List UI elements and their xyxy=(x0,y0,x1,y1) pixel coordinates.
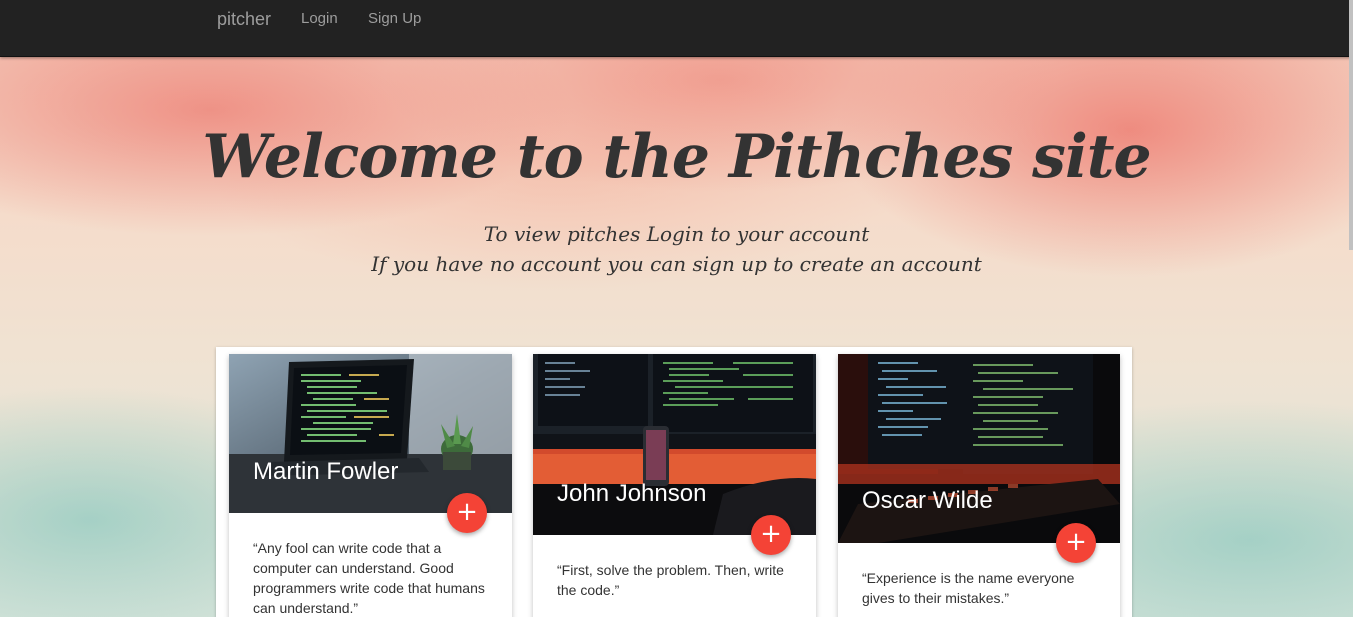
plus-icon[interactable]: + xyxy=(751,515,791,555)
hero-subtitle-line2: If you have no account you can sign up t… xyxy=(371,252,982,276)
card-author-name: Oscar Wilde xyxy=(862,487,993,514)
laptop-code-image xyxy=(229,354,512,513)
plus-icon[interactable]: + xyxy=(447,493,487,533)
pitch-card: Oscar Wilde + “Experience is the name ev… xyxy=(838,354,1120,617)
pitch-card: John Johnson + “First, solve the problem… xyxy=(533,354,816,617)
hero-subtitle-line1: To view pitches Login to your account xyxy=(483,222,870,246)
brand-link[interactable]: pitcher xyxy=(217,10,271,28)
card-author-name: John Johnson xyxy=(557,480,707,507)
pitch-card: Martin Fowler + “Any fool can write code… xyxy=(229,354,512,617)
plus-icon[interactable]: + xyxy=(1056,523,1096,563)
navbar: pitcher Login Sign Up xyxy=(0,0,1353,57)
card-quote: “First, solve the problem. Then, write t… xyxy=(557,562,784,598)
signup-link[interactable]: Sign Up xyxy=(368,11,421,27)
card-quote: “Experience is the name everyone gives t… xyxy=(862,570,1075,606)
login-link[interactable]: Login xyxy=(301,11,338,27)
card-quote: “Any fool can write code that a computer… xyxy=(253,540,485,616)
card-author-name: Martin Fowler xyxy=(253,458,399,485)
hero-title: Welcome to the Pithches site xyxy=(202,122,1151,192)
